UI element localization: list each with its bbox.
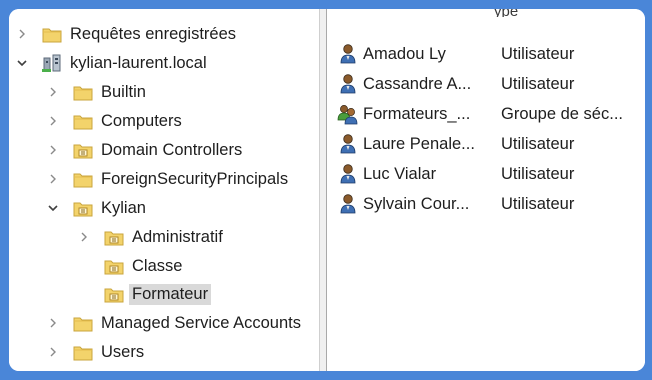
pane-splitter[interactable] <box>319 9 327 371</box>
details-list[interactable]: ype Amadou Ly Utilisateur Cassandre A... Ut… <box>327 9 645 371</box>
list-item-name: Sylvain Cour... <box>363 194 470 213</box>
tree-node-classe[interactable]: Classe <box>77 253 182 279</box>
collapse-arrow-icon[interactable] <box>15 21 29 47</box>
folder-icon <box>72 81 94 103</box>
tree-node-label: Users <box>101 342 145 361</box>
list-item-name: Amadou Ly <box>363 44 446 63</box>
tree-node-label: Computers <box>101 111 182 130</box>
ou-icon <box>103 226 125 248</box>
list-item-type: Utilisateur <box>501 74 575 93</box>
ou-icon <box>72 139 94 161</box>
list-item-type: Utilisateur <box>501 44 575 63</box>
list-item-type: Groupe de séc... <box>501 104 623 123</box>
list-item-name: Luc Vialar <box>363 164 437 183</box>
tree-node-label: Administratif <box>132 227 223 246</box>
expander-placeholder <box>77 281 91 307</box>
list-item[interactable]: Amadou Ly Utilisateur <box>337 39 645 69</box>
user-icon <box>337 163 359 185</box>
tree-node-label: Requêtes enregistrées <box>70 24 237 43</box>
folder-icon <box>72 168 94 190</box>
tree-node-builtin[interactable]: Builtin <box>46 79 146 105</box>
tree-node-requ-tes-enregistr-es[interactable]: Requêtes enregistrées <box>15 21 236 47</box>
list-item[interactable]: Laure Penale... Utilisateur <box>337 129 645 159</box>
collapse-arrow-icon[interactable] <box>46 339 60 365</box>
tree-node-label: Domain Controllers <box>101 140 243 159</box>
domain-icon <box>41 52 63 74</box>
user-icon <box>337 43 359 65</box>
column-header-type[interactable]: ype <box>494 9 534 17</box>
list-item[interactable]: Sylvain Cour... Utilisateur <box>337 189 645 219</box>
folder-icon <box>72 341 94 363</box>
collapse-arrow-icon[interactable] <box>46 137 60 163</box>
collapse-arrow-icon[interactable] <box>46 310 60 336</box>
tree-node-label: Kylian <box>101 198 146 217</box>
collapse-arrow-icon[interactable] <box>77 224 91 250</box>
tree-node-domain-controllers[interactable]: Domain Controllers <box>46 137 242 163</box>
group-icon <box>337 103 359 125</box>
expand-arrow-icon[interactable] <box>46 195 60 221</box>
ou-icon <box>103 255 125 277</box>
list-item-type: Utilisateur <box>501 164 575 183</box>
expander-placeholder <box>77 253 91 279</box>
tree-node-label: Builtin <box>101 82 146 101</box>
tree-node-label: ForeignSecurityPrincipals <box>101 169 289 188</box>
ou-icon <box>103 283 125 305</box>
tree-node-administratif[interactable]: Administratif <box>77 224 223 250</box>
console-tree[interactable]: Requêtes enregistrées kylian-laurent.loca… <box>9 9 319 371</box>
tree-node-label: kylian-laurent.local <box>70 53 207 72</box>
expand-arrow-icon[interactable] <box>15 50 29 76</box>
tree-node-managed-service-accounts[interactable]: Managed Service Accounts <box>46 310 301 336</box>
user-icon <box>337 193 359 215</box>
user-icon <box>337 73 359 95</box>
collapse-arrow-icon[interactable] <box>46 108 60 134</box>
list-item[interactable]: Formateurs_... Groupe de séc... <box>337 99 645 129</box>
ou-icon <box>72 197 94 219</box>
collapse-arrow-icon[interactable] <box>46 166 60 192</box>
list-item-type: Utilisateur <box>501 194 575 213</box>
user-icon <box>337 133 359 155</box>
list-item-name: Formateurs_... <box>363 104 471 123</box>
list-item-name: Laure Penale... <box>363 134 475 153</box>
list-item[interactable]: Luc Vialar Utilisateur <box>337 159 645 189</box>
aduc-window: Requêtes enregistrées kylian-laurent.loca… <box>9 9 645 371</box>
tree-node-formateur[interactable]: Formateur <box>77 281 212 307</box>
folder-icon <box>72 110 94 132</box>
tree-node-kylian[interactable]: Kylian <box>46 195 146 221</box>
tree-node-kylian-laurent-local[interactable]: kylian-laurent.local <box>15 50 207 76</box>
tree-node-label: Formateur <box>129 283 212 305</box>
tree-node-label: Classe <box>132 256 183 275</box>
tree-node-label: Managed Service Accounts <box>101 313 301 332</box>
list-item-type: Utilisateur <box>501 134 575 153</box>
tree-node-foreignsecurityprincipals[interactable]: ForeignSecurityPrincipals <box>46 166 288 192</box>
tree-node-users[interactable]: Users <box>46 339 144 365</box>
tree-node-computers[interactable]: Computers <box>46 108 182 134</box>
folder-icon <box>72 312 94 334</box>
list-item[interactable]: Cassandre A... Utilisateur <box>337 69 645 99</box>
folder-icon <box>41 23 63 45</box>
collapse-arrow-icon[interactable] <box>46 79 60 105</box>
list-item-name: Cassandre A... <box>363 74 472 93</box>
